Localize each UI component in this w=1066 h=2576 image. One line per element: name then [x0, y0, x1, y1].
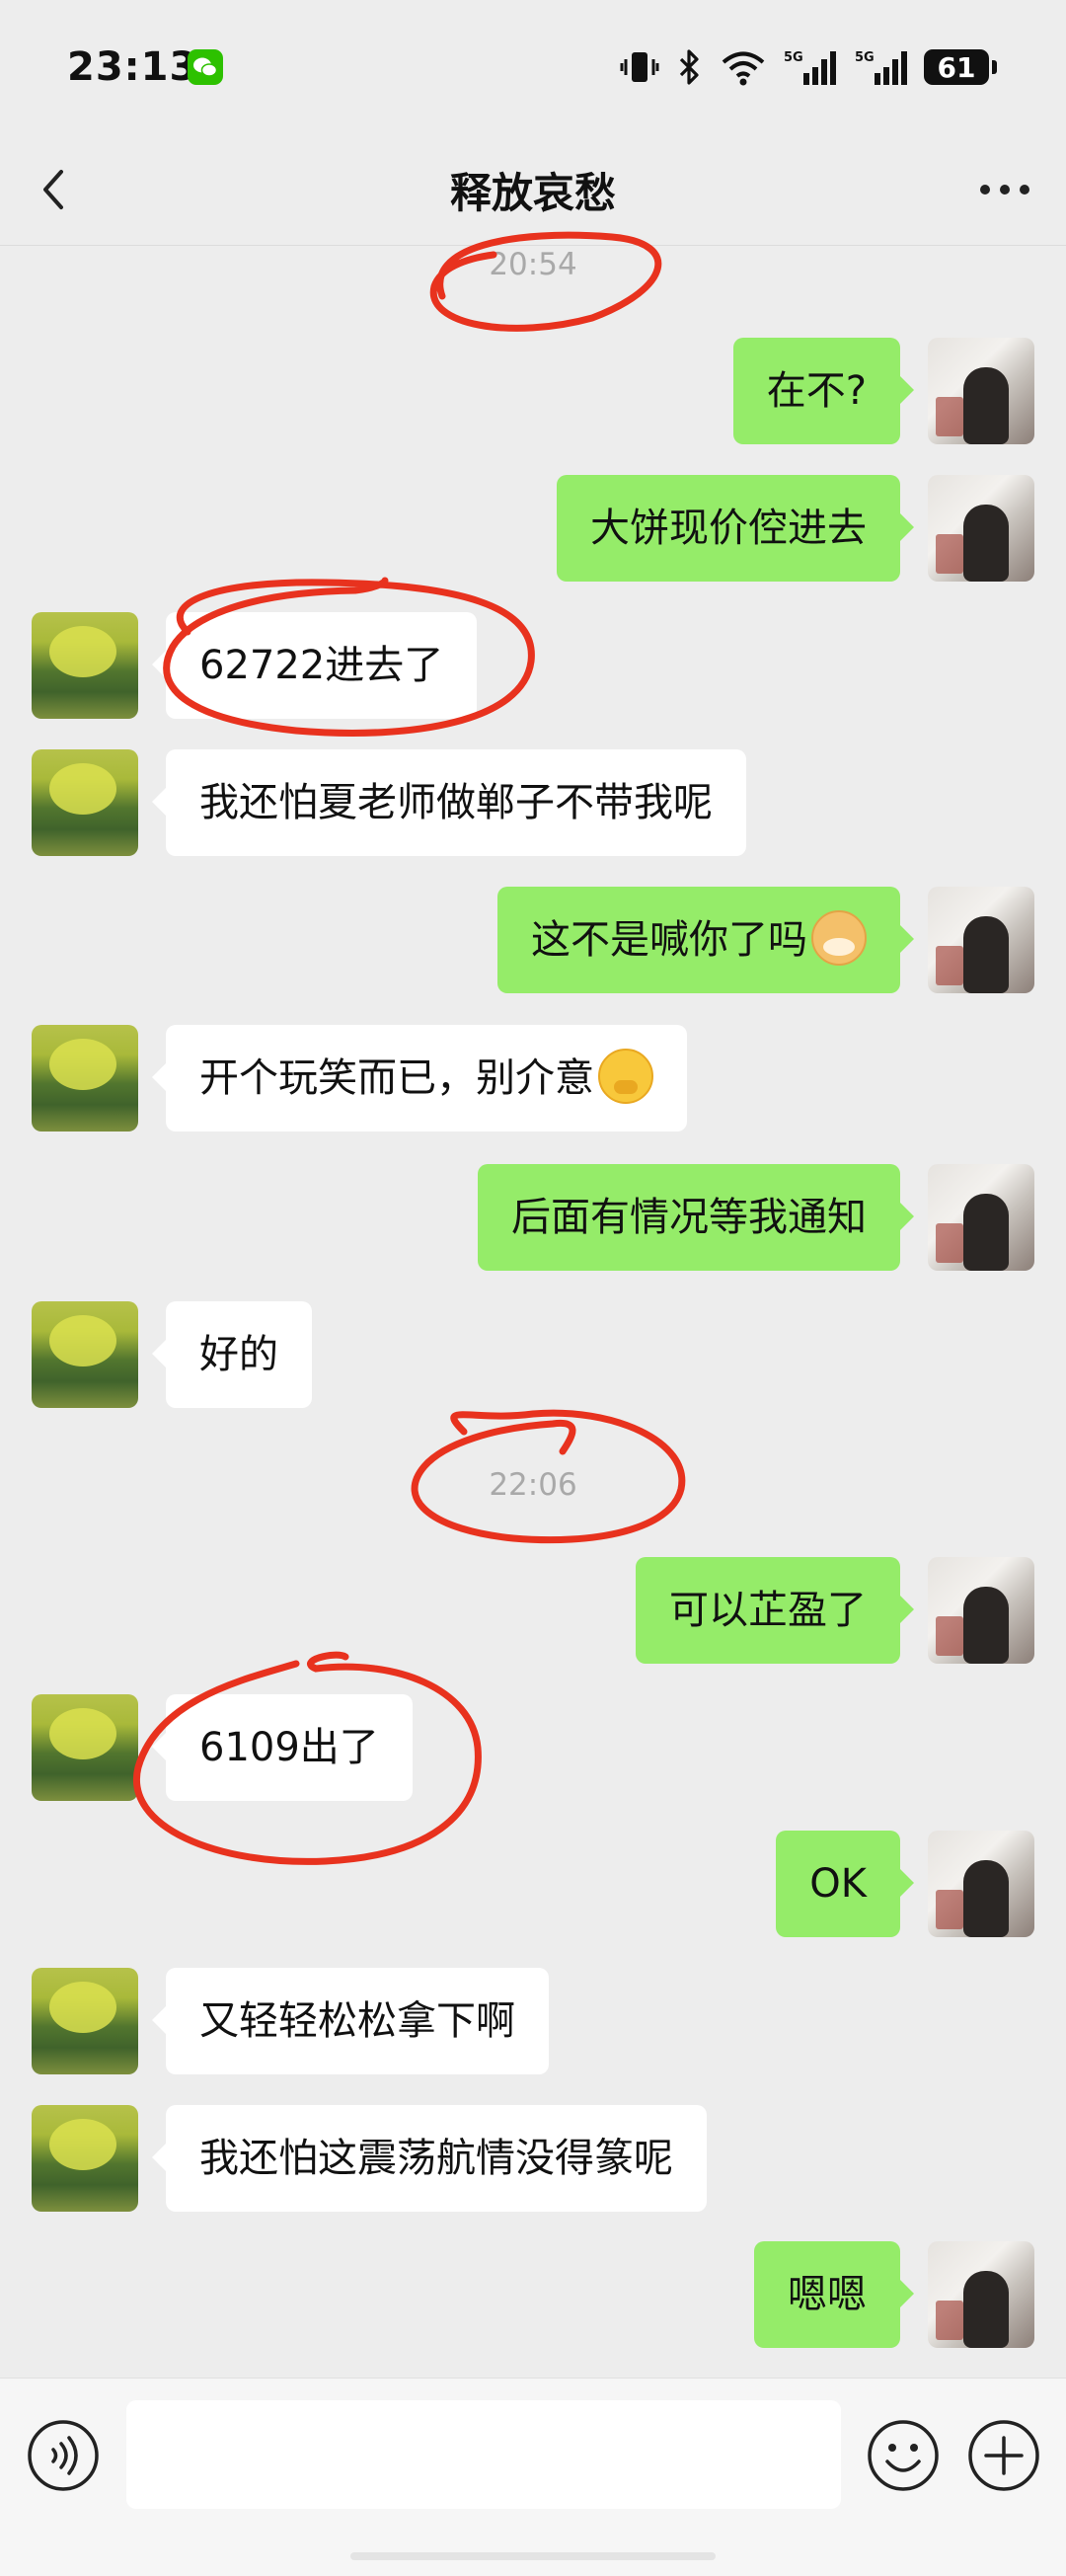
input-bar — [0, 2378, 1066, 2576]
status-bar: 23:13 5G 5G 61 — [0, 0, 1066, 138]
wechat-icon — [188, 49, 223, 85]
battery-level: 61 — [937, 50, 976, 84]
my-avatar[interactable] — [928, 1557, 1034, 1664]
bluetooth-icon — [679, 49, 699, 85]
message-bubble-sent[interactable]: 可以芷盈了 — [636, 1557, 914, 1664]
message-text: 这不是喊你了吗 — [531, 917, 807, 963]
my-avatar[interactable] — [928, 475, 1034, 582]
message-bubble-received[interactable]: 我还怕这震荡航情没得篆呢 — [152, 2105, 707, 2212]
message-bubble-received[interactable]: 开个玩笑而已，别介意 — [152, 1025, 687, 1132]
my-avatar[interactable] — [928, 887, 1034, 993]
more-functions-button[interactable] — [966, 2418, 1041, 2493]
message-bubble-received[interactable]: 好的 — [152, 1301, 312, 1408]
timestamp: 20:54 — [489, 247, 577, 282]
signal-icon: 5G — [784, 50, 836, 85]
message-row-sent: 嗯嗯 — [0, 2241, 1066, 2350]
my-avatar[interactable] — [928, 2241, 1034, 2348]
message-bubble-sent[interactable]: 后面有情况等我通知 — [478, 1164, 914, 1271]
my-avatar[interactable] — [928, 338, 1034, 444]
timestamp: 22:06 — [489, 1467, 577, 1503]
emoji-button[interactable] — [866, 2418, 941, 2493]
message-bubble-sent[interactable]: 这不是喊你了吗 — [497, 887, 914, 993]
message-row-received: 我还怕夏老师做郸子不带我呢 — [0, 749, 1066, 858]
message-row-received: 62722进去了 — [0, 612, 1066, 721]
message-bubble-sent[interactable]: 大饼现价倥进去 — [557, 475, 914, 582]
vibrate-icon — [620, 52, 659, 82]
contact-avatar[interactable] — [32, 1694, 138, 1801]
message-row-sent: 这不是喊你了吗 — [0, 887, 1066, 995]
my-avatar[interactable] — [928, 1831, 1034, 1937]
contact-avatar[interactable] — [32, 1301, 138, 1408]
chat-title: 释放哀愁 — [449, 169, 616, 217]
contact-avatar[interactable] — [32, 2105, 138, 2212]
chat-header: 释放哀愁 — [0, 138, 1066, 246]
message-row-sent: 可以芷盈了 — [0, 1557, 1066, 1666]
message-row-sent: 大饼现价倥进去 — [0, 475, 1066, 584]
more-button[interactable] — [971, 160, 1038, 219]
thinking-emoji-icon — [598, 1049, 653, 1104]
voice-icon — [28, 2420, 99, 2491]
message-bubble-sent[interactable]: 嗯嗯 — [754, 2241, 914, 2348]
voice-button[interactable] — [26, 2418, 101, 2493]
message-bubble-sent[interactable]: 在不? — [732, 338, 915, 444]
message-bubble-received[interactable]: 6109出了 — [152, 1694, 413, 1801]
message-bubble-received[interactable]: 62722进去了 — [151, 612, 478, 719]
svg-text:5G: 5G — [855, 50, 875, 65]
message-input[interactable] — [126, 2400, 841, 2509]
battery-indicator: 61 — [924, 49, 997, 85]
status-time: 23:13 — [67, 44, 198, 90]
contact-avatar[interactable] — [32, 1025, 138, 1132]
more-icon — [980, 185, 1029, 195]
message-row-received: 开个玩笑而已，别介意 — [0, 1025, 1066, 1133]
contact-avatar[interactable] — [32, 749, 138, 856]
emoji-icon — [868, 2420, 939, 2491]
status-icons: 5G 5G 61 — [620, 47, 997, 87]
message-list[interactable]: 20:54 在不? 大饼现价倥进去 62722进去了 我还怕夏老师做郸子不带我呢… — [0, 247, 1066, 2370]
message-row-received: 6109出了 — [0, 1694, 1066, 1803]
message-text: 开个玩笑而已，别介意 — [199, 1055, 594, 1101]
message-row-sent: 在不? — [0, 338, 1066, 446]
signal-icon: 5G — [855, 50, 907, 85]
doge-emoji-icon — [811, 910, 867, 966]
plus-icon — [968, 2420, 1039, 2491]
message-row-sent: OK — [0, 1831, 1066, 1939]
message-row-received: 又轻轻松松拿下啊 — [0, 1968, 1066, 2076]
message-row-received: 我还怕这震荡航情没得篆呢 — [0, 2105, 1066, 2214]
svg-text:5G: 5G — [784, 50, 803, 65]
wifi-icon — [722, 51, 765, 86]
message-row-sent: 后面有情况等我通知 — [0, 1164, 1066, 1273]
message-bubble-received[interactable]: 我还怕夏老师做郸子不带我呢 — [152, 749, 746, 856]
message-bubble-sent[interactable]: OK — [776, 1831, 914, 1937]
message-bubble-received[interactable]: 又轻轻松松拿下啊 — [152, 1968, 549, 2074]
contact-avatar[interactable] — [32, 612, 138, 719]
home-indicator[interactable] — [350, 2552, 716, 2560]
my-avatar[interactable] — [928, 1164, 1034, 1271]
message-row-received: 好的 — [0, 1301, 1066, 1410]
contact-avatar[interactable] — [32, 1968, 138, 2074]
